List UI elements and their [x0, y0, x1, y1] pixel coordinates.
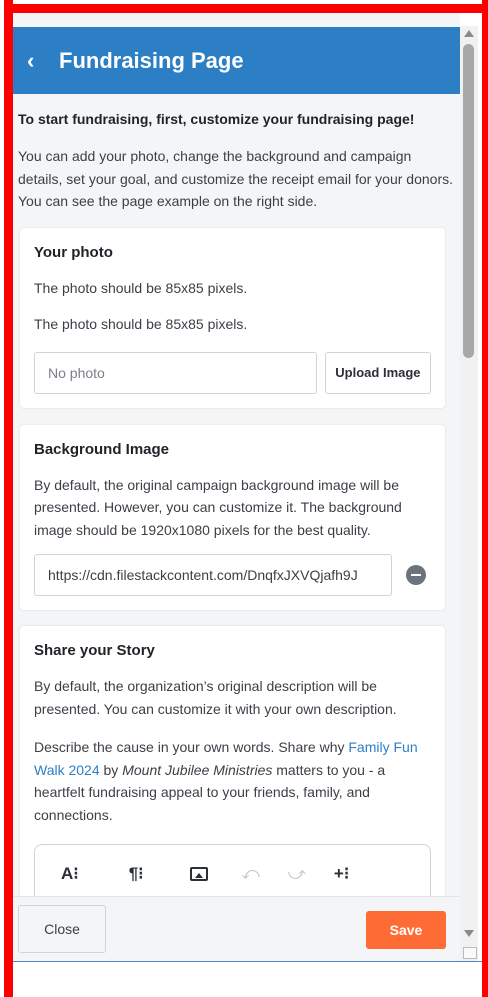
scroll-down-arrow-icon[interactable] — [464, 930, 474, 937]
background-url-input[interactable]: https://cdn.filestackcontent.com/DnqfxJX… — [34, 554, 392, 596]
insert-more-icon[interactable]: +⁝ — [334, 864, 349, 884]
back-chevron-icon[interactable]: ‹ — [27, 48, 57, 74]
photo-upload-row: No photo Upload Image — [34, 351, 431, 394]
story-text-prefix: Describe the cause in your own words. Sh… — [34, 739, 349, 755]
story-describe-text: Describe the cause in your own words. Sh… — [34, 736, 431, 826]
upload-image-button[interactable]: Upload Image — [324, 351, 431, 394]
story-card: Share your Story By default, the organiz… — [20, 626, 445, 898]
organization-name: Mount Jubilee Ministries — [122, 761, 273, 778]
redo-icon[interactable]: ⤻ — [288, 864, 306, 884]
editor-toolbar: A⁝ ¶⁝ ⤺ ⤻ +⁝ — [34, 844, 431, 898]
background-card: Background Image By default, the origina… — [20, 424, 445, 610]
scroll-content[interactable]: To start fundraising, first, customize y… — [13, 94, 460, 898]
background-url-row: https://cdn.filestackcontent.com/DnqfxJX… — [34, 554, 431, 596]
scrollbar-thumb[interactable] — [463, 44, 474, 358]
page-title: Fundraising Page — [59, 47, 244, 73]
photo-card-title: Your photo — [34, 243, 113, 261]
intro-text: You can add your photo, change the backg… — [18, 148, 453, 209]
close-button[interactable]: Close — [18, 905, 106, 953]
fundraising-panel: ‹ Fundraising Page To start fundraising,… — [13, 13, 460, 961]
photo-card: Your photo The photo should be 85x85 pix… — [20, 227, 445, 408]
remove-minus-icon[interactable] — [406, 565, 426, 585]
background-text: By default, the original campaign backgr… — [34, 476, 402, 538]
story-default-text: By default, the organization’s original … — [34, 678, 397, 717]
page-header: ‹ Fundraising Page — [13, 27, 460, 94]
story-text-by: by — [99, 761, 123, 778]
photo-size-text: The photo should be 85x85 pixels. — [34, 279, 248, 296]
scroll-up-arrow-icon[interactable] — [464, 30, 474, 37]
red-frame-top — [4, 4, 488, 13]
photo-size-text-repeat: The photo should be 85x85 pixels. — [34, 316, 248, 332]
red-frame-left — [4, 0, 13, 997]
footer-bar: Close Save — [13, 896, 460, 961]
undo-icon[interactable]: ⤺ — [242, 864, 260, 884]
red-frame-right — [482, 0, 488, 997]
paragraph-format-icon[interactable]: ¶⁝ — [129, 864, 144, 884]
panel-bottom-border — [13, 961, 482, 962]
resize-grip-icon[interactable] — [463, 947, 477, 959]
story-card-title: Share your Story — [34, 642, 155, 659]
background-card-title: Background Image — [34, 440, 170, 458]
photo-input[interactable]: No photo — [34, 351, 317, 394]
intro-heading: To start fundraising, first, customize y… — [18, 111, 415, 127]
insert-image-icon[interactable] — [189, 867, 208, 881]
font-format-icon[interactable]: A⁝ — [61, 864, 79, 884]
save-button[interactable]: Save — [366, 911, 446, 949]
